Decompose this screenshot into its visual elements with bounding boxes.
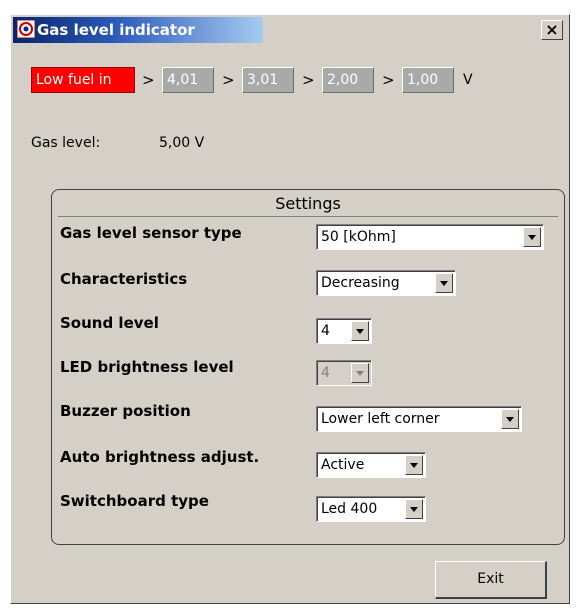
switchboard-type-label: Switchboard type [60,492,209,510]
chevron-down-icon[interactable] [435,273,453,293]
app-logo-icon [17,20,35,38]
auto-brightness-label: Auto brightness adjust. [60,448,260,466]
low-fuel-indicator: Low fuel in [31,67,135,93]
threshold-unit: V [463,72,473,88]
led-brightness-select: 4 [316,360,372,386]
exit-button[interactable]: Exit [435,561,547,599]
settings-group: Settings Gas level sensor type 50 [kOhm]… [51,189,565,545]
separator: > [222,71,235,89]
separator: > [302,71,315,89]
led-brightness-value: 4 [321,365,330,381]
buzzer-position-value: Lower left corner [321,411,440,427]
buzzer-position-label: Buzzer position [60,402,191,420]
auto-brightness-value: Active [321,457,365,473]
chevron-down-icon[interactable] [405,455,423,475]
close-button[interactable]: × [541,20,563,40]
buzzer-position-select[interactable]: Lower left corner [316,406,522,432]
window-title: Gas level indicator [37,21,195,39]
chevron-down-icon [351,363,369,383]
separator: > [382,71,395,89]
characteristics-value: Decreasing [321,275,400,291]
settings-divider [58,216,558,217]
gas-level-label: Gas level: [31,135,101,151]
chevron-down-icon[interactable] [523,227,541,247]
separator: > [142,71,155,89]
led-brightness-label: LED brightness level [60,358,234,376]
chevron-down-icon[interactable] [405,499,423,519]
threshold-value-2[interactable]: 3,01 [242,67,294,93]
threshold-value-1[interactable]: 4,01 [162,67,214,93]
sound-level-label: Sound level [60,314,159,332]
chevron-down-icon[interactable] [351,321,369,341]
sound-level-value: 4 [321,323,330,339]
title-bar[interactable]: Gas level indicator × [11,15,569,43]
threshold-value-3[interactable]: 2,00 [322,67,374,93]
gas-level-value: 5,00 V [159,135,205,151]
sensor-type-select[interactable]: 50 [kOhm] [316,224,544,250]
switchboard-type-value: Led 400 [321,501,378,517]
chevron-down-icon[interactable] [501,409,519,429]
sensor-type-value: 50 [kOhm] [321,229,396,245]
gas-level-window: Gas level indicator × Low fuel in > 4,01… [10,14,570,604]
sensor-type-label: Gas level sensor type [60,224,242,242]
characteristics-select[interactable]: Decreasing [316,270,456,296]
switchboard-type-select[interactable]: Led 400 [316,496,426,522]
settings-title: Settings [275,194,341,213]
threshold-value-4[interactable]: 1,00 [402,67,454,93]
sound-level-select[interactable]: 4 [316,318,372,344]
characteristics-label: Characteristics [60,270,188,288]
auto-brightness-select[interactable]: Active [316,452,426,478]
